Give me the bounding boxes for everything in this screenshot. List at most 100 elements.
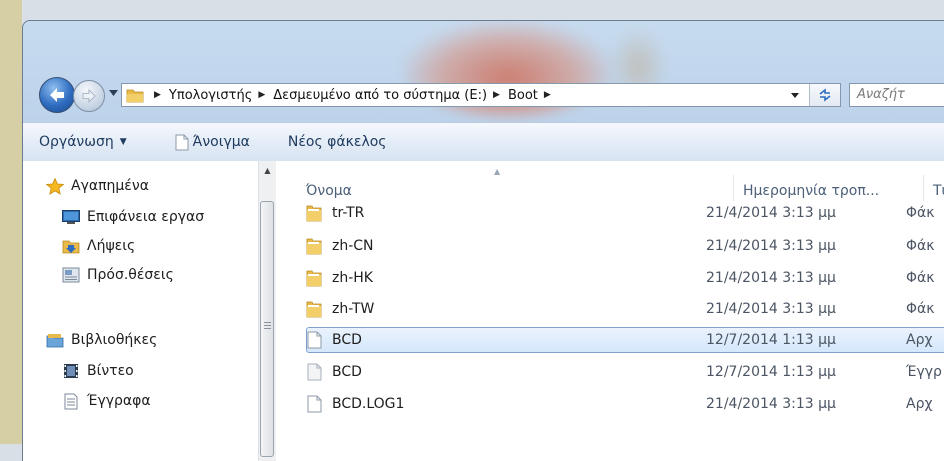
organize-label: Οργάνωση xyxy=(39,134,114,150)
breadcrumb-separator[interactable]: ▶ xyxy=(258,90,265,100)
breadcrumb-drive[interactable]: Δεσμευμένο από το σύστημα (E:) xyxy=(273,88,487,103)
folder-icon xyxy=(306,204,322,222)
nav-libraries-label: Βιβλιοθήκες xyxy=(71,332,158,348)
video-library-icon xyxy=(61,362,81,380)
breadcrumb-separator[interactable]: ▶ xyxy=(154,90,161,100)
file-type: Φάκ xyxy=(906,238,935,254)
folder-icon xyxy=(306,300,322,318)
file-name: zh-CN xyxy=(332,238,374,254)
breadcrumb-computer[interactable]: Υπολογιστής xyxy=(169,88,252,103)
file-type: Φάκ xyxy=(906,270,935,286)
breadcrumb-boot[interactable]: Boot xyxy=(508,88,538,103)
explorer-window: ▶ Υπολογιστής ▶ Δεσμευμένο από το σύστημ… xyxy=(22,20,944,461)
file-row[interactable]: zh-TW 21/4/2014 3:13 μμ Φάκ xyxy=(306,296,944,322)
file-row[interactable]: BCD.LOG1 21/4/2014 3:13 μμ Αρχ xyxy=(306,391,944,417)
breadcrumb-separator[interactable]: ▶ xyxy=(493,90,500,100)
address-history-button[interactable] xyxy=(784,84,806,106)
new-folder-button[interactable]: Νέος φάκελος xyxy=(288,134,387,150)
navigation-pane: Αγαπημένα Επιφάνεια εργασ Λήψεις Πρόσ.θέ… xyxy=(23,161,258,461)
file-name: BCD xyxy=(332,364,362,380)
refresh-button[interactable] xyxy=(809,84,840,106)
content-area: Αγαπημένα Επιφάνεια εργασ Λήψεις Πρόσ.θέ… xyxy=(23,161,944,461)
chevron-down-icon: ▼ xyxy=(119,137,127,147)
file-type: Φάκ xyxy=(906,301,935,317)
nav-desktop-label: Επιφάνεια εργασ xyxy=(87,209,205,225)
nav-documents-label: Έγγραφα xyxy=(87,393,151,409)
nav-favorites-label: Αγαπημένα xyxy=(71,178,149,194)
star-icon xyxy=(45,177,65,195)
breadcrumb-separator[interactable]: ▶ xyxy=(544,90,551,100)
column-name-header[interactable]: Όνομα xyxy=(306,183,352,199)
file-row[interactable]: BCD 12/7/2014 1:13 μμ Έγγρ xyxy=(306,359,944,385)
desktop-background xyxy=(0,0,22,444)
file-name: BCD.LOG1 xyxy=(332,396,405,412)
forward-button[interactable] xyxy=(73,80,105,112)
arrow-left-icon xyxy=(50,88,64,102)
folder-icon xyxy=(126,89,144,103)
back-button[interactable] xyxy=(39,77,75,113)
folder-icon xyxy=(306,237,322,255)
file-name: zh-TW xyxy=(332,301,375,317)
organize-button[interactable]: Οργάνωση ▼ xyxy=(39,134,127,150)
file-icon xyxy=(306,363,322,381)
chevron-down-icon xyxy=(791,92,799,98)
nav-recent[interactable]: Πρόσ.θέσεις xyxy=(61,266,174,284)
open-label: Άνοιγμα xyxy=(192,134,250,150)
file-date: 21/4/2014 3:13 μμ xyxy=(706,396,836,412)
nav-desktop[interactable]: Επιφάνεια εργασ xyxy=(61,208,204,226)
column-date-header[interactable]: Ημερομηνία τροπ... xyxy=(743,183,879,199)
desktop-icon xyxy=(61,208,81,226)
file-list: ▲ Όνομα Ημερομηνία τροπ... Τύπ tr-TR 21/… xyxy=(276,161,944,461)
documents-library-icon xyxy=(61,392,81,410)
recent-places-icon xyxy=(61,266,81,284)
grip-icon xyxy=(264,322,271,330)
file-date: 12/7/2014 1:13 μμ xyxy=(706,364,836,380)
file-date: 21/4/2014 3:13 μμ xyxy=(706,205,836,221)
folder-icon xyxy=(306,269,322,287)
nav-recent-label: Πρόσ.θέσεις xyxy=(87,267,174,283)
column-type-header[interactable]: Τύπ xyxy=(933,183,944,199)
nav-downloads[interactable]: Λήψεις xyxy=(61,237,135,255)
file-icon xyxy=(306,331,322,349)
nav-videos-label: Βίντεο xyxy=(87,363,134,379)
file-icon xyxy=(306,395,322,413)
file-name: tr-TR xyxy=(332,205,365,221)
file-type: Αρχ xyxy=(906,396,933,412)
column-header-row: ▲ Όνομα Ημερομηνία τροπ... Τύπ xyxy=(276,161,944,201)
document-icon xyxy=(175,134,189,150)
scrollbar-thumb[interactable] xyxy=(260,201,274,457)
arrow-right-icon xyxy=(82,89,96,103)
file-name: zh-HK xyxy=(332,270,373,286)
nav-favorites[interactable]: Αγαπημένα xyxy=(45,177,149,195)
file-row[interactable]: tr-TR 21/4/2014 3:13 μμ Φάκ xyxy=(306,200,944,226)
search-input[interactable]: Αναζήτ xyxy=(849,83,944,107)
nav-documents[interactable]: Έγγραφα xyxy=(61,392,151,410)
nav-downloads-label: Λήψεις xyxy=(87,238,136,254)
chevron-down-icon xyxy=(108,90,118,96)
address-bar[interactable]: ▶ Υπολογιστής ▶ Δεσμευμένο από το σύστημ… xyxy=(121,83,841,107)
command-bar: Οργάνωση ▼ Άνοιγμα Νέος φάκελος xyxy=(23,122,944,162)
file-row[interactable]: zh-CN 21/4/2014 3:13 μμ Φάκ xyxy=(306,233,944,259)
column-divider[interactable] xyxy=(733,175,734,201)
column-divider[interactable] xyxy=(923,175,924,201)
downloads-folder-icon xyxy=(61,237,81,255)
file-date: 21/4/2014 3:13 μμ xyxy=(706,238,836,254)
refresh-icon xyxy=(819,88,831,102)
scroll-up-button[interactable]: ▲ xyxy=(259,163,276,177)
file-type: Φάκ xyxy=(906,205,935,221)
new-folder-label: Νέος φάκελος xyxy=(287,134,387,150)
file-row[interactable]: zh-HK 21/4/2014 3:13 μμ Φάκ xyxy=(306,265,944,291)
open-button[interactable]: Άνοιγμα xyxy=(175,134,250,151)
file-date: 21/4/2014 3:13 μμ xyxy=(706,301,836,317)
file-date: 21/4/2014 3:13 μμ xyxy=(706,270,836,286)
nav-pane-scrollbar[interactable]: ▲ xyxy=(258,161,276,461)
libraries-icon xyxy=(45,331,65,349)
sort-ascending-icon: ▲ xyxy=(494,167,501,176)
recent-pages-button[interactable] xyxy=(107,87,119,99)
file-type: Έγγρ xyxy=(906,364,942,380)
file-name: BCD xyxy=(332,332,362,348)
nav-libraries[interactable]: Βιβλιοθήκες xyxy=(45,331,157,349)
file-row-selected[interactable]: BCD 12/7/2014 1:13 μμ Αρχ xyxy=(306,327,944,353)
nav-videos[interactable]: Βίντεο xyxy=(61,362,134,380)
file-date: 12/7/2014 1:13 μμ xyxy=(706,332,836,348)
